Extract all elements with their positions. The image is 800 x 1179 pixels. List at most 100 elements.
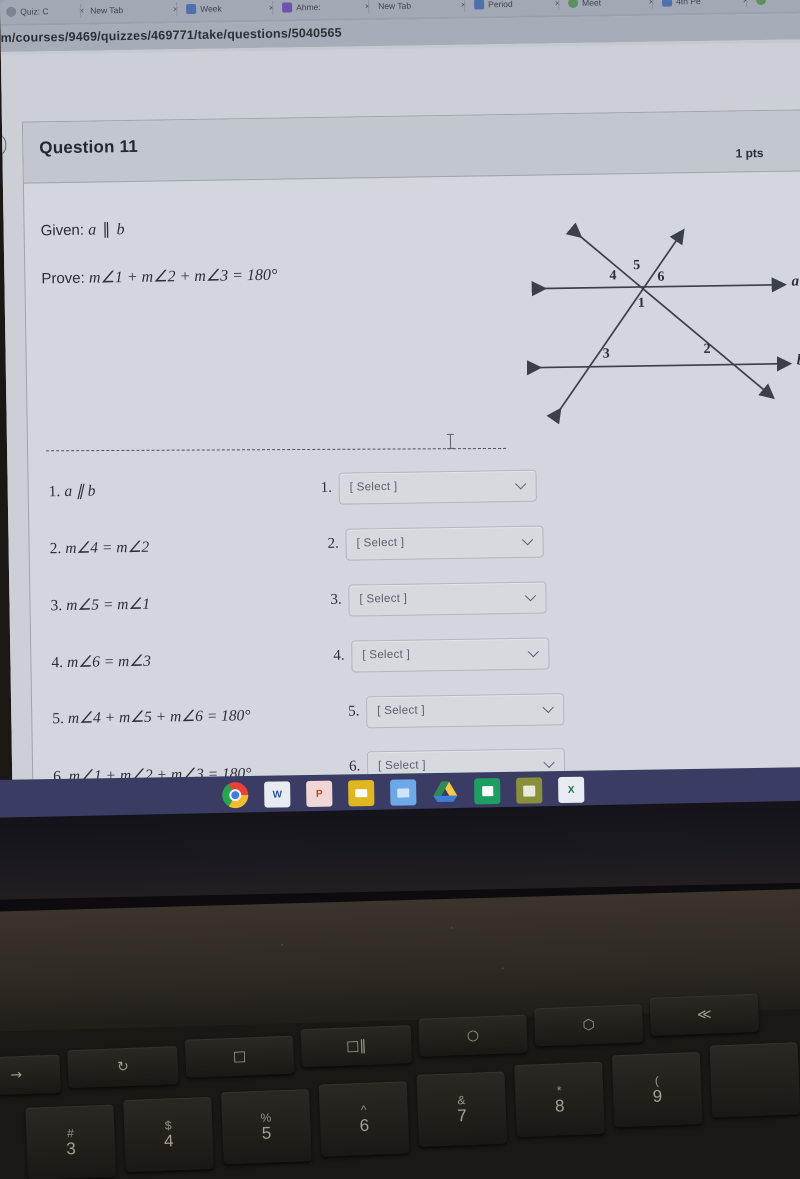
key-8-glyph: 8 <box>554 1096 565 1116</box>
tab-label: Period <box>488 0 513 10</box>
shelf-icon-list: W P X <box>222 776 585 809</box>
tab-favicon-meet-icon <box>756 0 767 6</box>
question-flag-icon[interactable] <box>0 132 7 158</box>
prove-label: Prove: <box>41 269 85 288</box>
transversal-left <box>546 228 685 425</box>
chevron-down-icon <box>545 758 554 767</box>
key-3-glyph: 3 <box>65 1139 77 1159</box>
browser-tab[interactable]: New Tab × <box>371 0 473 19</box>
key-4-shift-glyph: $ <box>164 1118 172 1133</box>
page-title: Question 11 <box>39 136 139 158</box>
reason-select-value: [ Select ] <box>349 480 398 494</box>
key-8-shift-glyph: * <box>556 1083 562 1098</box>
key-3[interactable]: # 3 <box>25 1104 117 1179</box>
key-7-shift-glyph: & <box>457 1093 466 1108</box>
google-classroom-icon[interactable] <box>516 777 543 804</box>
powerpoint-icon[interactable]: P <box>306 780 333 808</box>
brightness-down-key[interactable]: ○ <box>418 1014 528 1057</box>
given-line-b: b <box>116 221 125 239</box>
prove-expression: m∠1 + m∠2 + m∠3 = 180° <box>88 266 278 287</box>
statement-number: 4. <box>51 654 64 672</box>
tab-label: New Tab <box>90 5 124 16</box>
statement-row: 2. m∠4 = m∠2 <box>49 538 149 559</box>
browser-tab[interactable]: New Tab × <box>83 0 185 23</box>
statement-row: 5. m∠4 + m∠5 + m∠6 = 180° <box>52 706 251 728</box>
text-cursor <box>449 433 452 449</box>
excel-icon[interactable]: X <box>558 776 585 804</box>
browser-tab[interactable]: 4th Pe × <box>655 0 755 14</box>
google-sheets-icon[interactable] <box>474 777 501 805</box>
browser-tab[interactable] <box>749 0 800 13</box>
question-header <box>22 110 800 184</box>
browser-tab[interactable]: Quiz: C × <box>0 0 91 24</box>
divider <box>46 447 507 452</box>
reason-number: 4. <box>333 647 345 664</box>
brightness-down-key-glyph: ○ <box>466 1027 480 1044</box>
excel-icon-letter: X <box>567 784 575 796</box>
key-8[interactable]: * 8 <box>514 1061 605 1138</box>
key-9[interactable]: ( 9 <box>611 1052 703 1128</box>
brightness-up-key[interactable]: ⬡ <box>533 1004 644 1047</box>
browser-tab[interactable]: Period × <box>467 0 567 17</box>
overview-key[interactable]: □‖ <box>300 1025 412 1068</box>
brightness-up-key-glyph: ⬡ <box>582 1017 596 1034</box>
reason-select-value: [ Select ] <box>362 648 411 662</box>
key-4[interactable]: $ 4 <box>123 1096 214 1173</box>
angle-label-1: 1 <box>637 295 645 312</box>
key-5[interactable]: % 5 <box>220 1089 312 1165</box>
browser-tab[interactable]: Week × <box>179 0 281 22</box>
canvas-quiz-page: Question 11 1 pts Given: a ∥ b Prove: m∠… <box>0 42 800 780</box>
google-docs-icon[interactable] <box>390 779 417 806</box>
fullscreen-key[interactable]: □ <box>184 1035 295 1078</box>
reload-key-glyph: ↻ <box>116 1058 130 1076</box>
key-5-glyph: 5 <box>261 1123 272 1143</box>
key-3-shift-glyph: # <box>66 1126 75 1141</box>
statement-text: a ∥ b <box>64 482 96 501</box>
reason-select-5[interactable]: [ Select ] <box>365 693 565 729</box>
key-7[interactable]: & 7 <box>416 1071 508 1147</box>
classroom-glyph <box>523 784 536 797</box>
chrome-icon[interactable] <box>222 781 249 809</box>
key-6[interactable]: ^ 6 <box>318 1081 410 1157</box>
statement-text: m∠4 = m∠2 <box>65 538 150 558</box>
geometry-diagram-svg <box>526 222 793 425</box>
google-drive-icon[interactable] <box>432 779 458 805</box>
statement-number: 1. <box>48 483 61 501</box>
statement-row: 4. m∠6 = m∠3 <box>51 652 151 673</box>
reason-select-value: [ Select ] <box>356 536 405 550</box>
forward-key[interactable]: → <box>0 1054 61 1096</box>
statement-row: 3. m∠5 = m∠1 <box>50 595 150 616</box>
line-label-b: b <box>796 352 800 369</box>
docs-glyph <box>397 787 410 798</box>
reason-number: 5. <box>348 703 360 720</box>
reason-select-1[interactable]: [ Select ] <box>338 469 537 505</box>
statement-row: 1. a ∥ b <box>49 482 96 502</box>
statement-number: 5. <box>52 710 65 728</box>
reason-select-2[interactable]: [ Select ] <box>345 525 544 561</box>
tab-favicon-calendar-icon <box>186 3 197 15</box>
line-b <box>526 356 793 376</box>
reason-select-4[interactable]: [ Select ] <box>351 637 550 673</box>
mute-key-glyph: ≪ <box>696 1006 712 1024</box>
photographed-chromebook-screen: Quiz: C × New Tab × Week × Ahme: × <box>0 0 800 1179</box>
reason-number: 1. <box>320 479 333 497</box>
given-statement: Given: a ∥ b <box>40 219 124 240</box>
angle-label-2: 2 <box>703 341 711 357</box>
browser-tab[interactable]: Meet × <box>561 0 661 16</box>
browser-tab[interactable]: Ahme: × <box>275 0 377 20</box>
mute-key[interactable]: ≪ <box>649 993 760 1036</box>
key-0[interactable] <box>709 1042 800 1118</box>
fullscreen-key-glyph: □ <box>232 1048 247 1065</box>
chevron-down-icon <box>544 703 553 712</box>
given-label: Given: <box>40 221 85 240</box>
tab-label: New Tab <box>378 0 412 12</box>
given-line-a: a <box>88 221 97 239</box>
transversal-right <box>565 222 775 400</box>
tab-favicon-calendar-icon <box>662 0 673 7</box>
word-icon[interactable]: W <box>264 781 291 808</box>
google-slides-icon[interactable] <box>348 779 375 807</box>
reload-key[interactable]: ↻ <box>67 1046 179 1089</box>
key-7-glyph: 7 <box>456 1106 468 1126</box>
reason-select-3[interactable]: [ Select ] <box>348 581 547 617</box>
key-5-shift-glyph: % <box>260 1110 272 1125</box>
